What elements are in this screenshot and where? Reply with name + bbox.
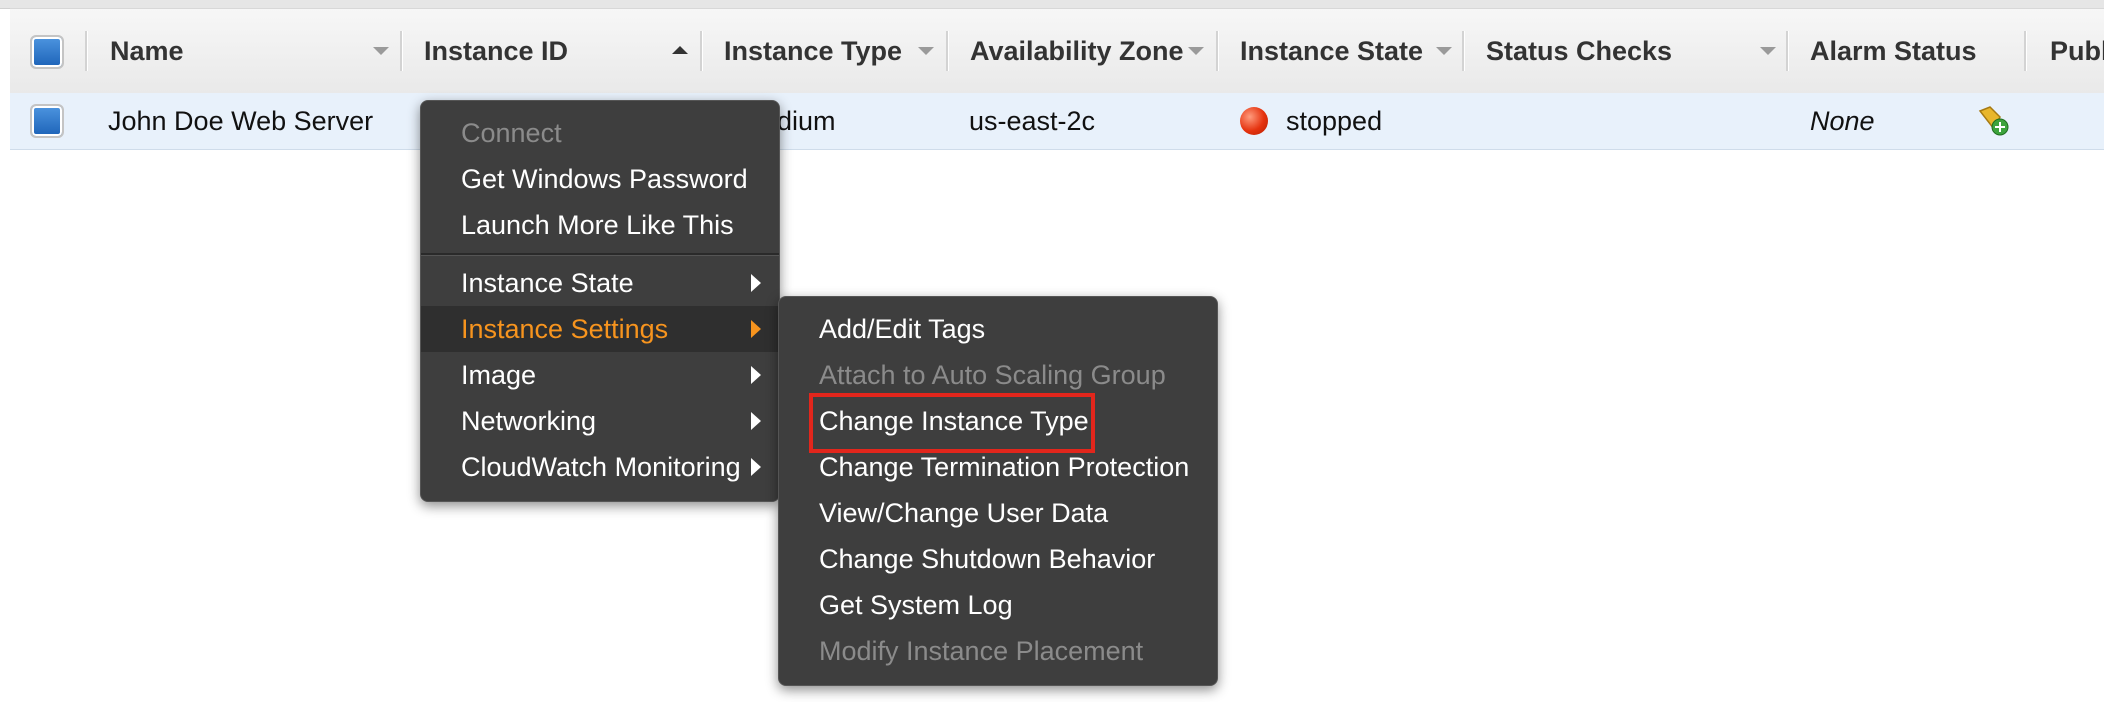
column-label: Instance Type bbox=[724, 35, 903, 66]
select-all-checkbox[interactable] bbox=[30, 35, 64, 69]
menu-item-add-edit-tags[interactable]: Add/Edit Tags bbox=[779, 306, 1217, 352]
column-divider bbox=[946, 31, 949, 71]
column-label: Instance State bbox=[1240, 35, 1424, 66]
instance-name: John Doe Web Server bbox=[108, 105, 374, 136]
context-menu: Connect Get Windows Password Launch More… bbox=[420, 100, 780, 502]
menu-separator bbox=[421, 253, 779, 256]
menu-item-label: Modify Instance Placement bbox=[819, 635, 1144, 666]
column-header-availability-zone[interactable]: Availability Zone bbox=[970, 9, 1184, 93]
menu-item-label: Image bbox=[461, 359, 537, 390]
column-label: Alarm Status bbox=[1810, 35, 1977, 66]
sort-ascending-icon[interactable] bbox=[672, 46, 688, 54]
table-row[interactable]: John Doe Web Server edium us-east-2c sto… bbox=[10, 93, 2104, 150]
column-divider bbox=[1216, 31, 1219, 71]
menu-item-view-change-user-data[interactable]: View/Change User Data bbox=[779, 490, 1217, 536]
menu-item-label: Networking bbox=[461, 405, 597, 436]
column-header-instance-id[interactable]: Instance ID bbox=[424, 9, 568, 93]
menu-item-label: Attach to Auto Scaling Group bbox=[819, 359, 1166, 390]
chevron-down-icon[interactable] bbox=[1188, 47, 1204, 55]
menu-item-change-termination-protection[interactable]: Change Termination Protection bbox=[779, 444, 1217, 490]
menu-item-label: Add/Edit Tags bbox=[819, 313, 986, 344]
column-header-instance-type[interactable]: Instance Type bbox=[724, 9, 902, 93]
menu-item-launch-more-like-this[interactable]: Launch More Like This bbox=[421, 202, 779, 248]
column-header-instance-state[interactable]: Instance State bbox=[1240, 9, 1423, 93]
chevron-right-icon bbox=[751, 274, 761, 292]
column-label: Availability Zone bbox=[970, 35, 1184, 66]
column-header-alarm-status[interactable]: Alarm Status bbox=[1810, 9, 1977, 93]
column-divider bbox=[2024, 31, 2027, 71]
menu-item-connect[interactable]: Connect bbox=[421, 110, 779, 156]
chevron-down-icon[interactable] bbox=[373, 47, 389, 55]
menu-item-image[interactable]: Image bbox=[421, 352, 779, 398]
menu-item-get-windows-password[interactable]: Get Windows Password bbox=[421, 156, 779, 202]
column-divider bbox=[700, 31, 703, 71]
row-checkbox[interactable] bbox=[30, 104, 64, 138]
menu-item-label: View/Change User Data bbox=[819, 497, 1109, 528]
menu-item-label: Change Shutdown Behavior bbox=[819, 543, 1156, 574]
chevron-right-icon bbox=[751, 412, 761, 430]
column-label: Publ bbox=[2050, 35, 2104, 66]
column-divider bbox=[1786, 31, 1789, 71]
menu-item-label: Instance Settings bbox=[461, 313, 669, 344]
menu-item-label: Launch More Like This bbox=[461, 209, 734, 240]
chevron-right-icon bbox=[751, 320, 761, 338]
chevron-right-icon bbox=[751, 458, 761, 476]
menu-item-label: Get System Log bbox=[819, 589, 1013, 620]
menu-item-label: Connect bbox=[461, 117, 562, 148]
instance-state-value: stopped bbox=[1286, 105, 1383, 136]
chevron-down-icon[interactable] bbox=[918, 47, 934, 55]
instance-state-cell: stopped bbox=[1240, 93, 1382, 149]
availability-zone-value: us-east-2c bbox=[969, 105, 1096, 136]
menu-item-get-system-log[interactable]: Get System Log bbox=[779, 582, 1217, 628]
menu-item-label: Change Termination Protection bbox=[819, 451, 1190, 482]
column-label: Status Checks bbox=[1486, 35, 1673, 66]
menu-item-change-shutdown-behavior[interactable]: Change Shutdown Behavior bbox=[779, 536, 1217, 582]
column-label: Instance ID bbox=[424, 35, 569, 66]
chevron-right-icon bbox=[751, 366, 761, 384]
menu-item-label: Get Windows Password bbox=[461, 163, 748, 194]
table-header: Name Instance ID Instance Type Availabil… bbox=[10, 8, 2104, 94]
menu-item-networking[interactable]: Networking bbox=[421, 398, 779, 444]
column-header-status-checks[interactable]: Status Checks bbox=[1486, 9, 1672, 93]
column-divider bbox=[1462, 31, 1465, 71]
menu-item-label: CloudWatch Monitoring bbox=[461, 451, 741, 482]
menu-item-attach-auto-scaling-group[interactable]: Attach to Auto Scaling Group bbox=[779, 352, 1217, 398]
column-header-name[interactable]: Name bbox=[110, 9, 184, 93]
menu-item-instance-state[interactable]: Instance State bbox=[421, 260, 779, 306]
stopped-status-icon bbox=[1240, 107, 1268, 135]
alarm-status-value: None bbox=[1810, 105, 1875, 136]
menu-item-label: Instance State bbox=[461, 267, 634, 298]
chevron-down-icon[interactable] bbox=[1760, 47, 1776, 55]
column-divider bbox=[85, 31, 88, 71]
chevron-down-icon[interactable] bbox=[1436, 47, 1452, 55]
menu-item-modify-instance-placement[interactable]: Modify Instance Placement bbox=[779, 628, 1217, 674]
instance-settings-submenu: Add/Edit Tags Attach to Auto Scaling Gro… bbox=[778, 296, 1218, 686]
column-label: Name bbox=[110, 35, 184, 66]
add-alarm-icon[interactable] bbox=[1976, 93, 2012, 149]
column-header-public[interactable]: Publ bbox=[2050, 9, 2104, 93]
menu-item-instance-settings[interactable]: Instance Settings bbox=[421, 306, 779, 352]
menu-item-cloudwatch-monitoring[interactable]: CloudWatch Monitoring bbox=[421, 444, 779, 490]
column-divider bbox=[400, 31, 403, 71]
